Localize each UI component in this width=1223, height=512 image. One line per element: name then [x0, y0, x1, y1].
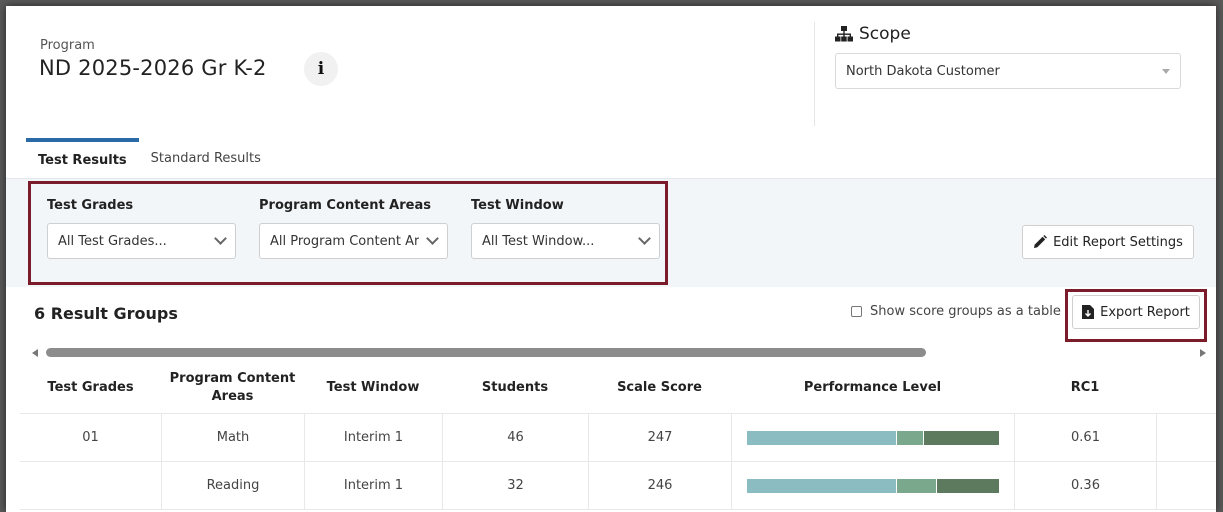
cell-rc1: 0.61 [1014, 414, 1156, 461]
header-students[interactable]: Students [442, 362, 588, 413]
cell-performance-level [731, 462, 1014, 509]
cell-content-area: Math [161, 414, 304, 461]
chevron-down-icon [638, 232, 651, 245]
cell-extra [1156, 414, 1216, 461]
caret-down-icon [1162, 68, 1170, 74]
header-test-grades[interactable]: Test Grades [20, 362, 161, 413]
chevron-down-icon [426, 232, 439, 245]
tab-test-results[interactable]: Test Results [26, 138, 139, 178]
header-content-areas[interactable]: Program Content Areas [161, 362, 304, 413]
show-table-label: Show score groups as a table [870, 304, 1061, 319]
results-table: Test Grades Program Content Areas Test W… [20, 362, 1216, 510]
edit-report-settings-button[interactable]: Edit Report Settings [1022, 225, 1194, 259]
performance-segment-1 [747, 430, 896, 445]
header-scale-score[interactable]: Scale Score [588, 362, 731, 413]
grades-filter: Test Grades All Test Grades... [47, 198, 236, 259]
header-extra [1156, 362, 1216, 413]
grades-select[interactable]: All Test Grades... [47, 223, 236, 259]
window-filter-label: Test Window [471, 198, 564, 213]
grades-filter-label: Test Grades [47, 198, 134, 213]
cell-test-window: Interim 1 [304, 462, 442, 509]
cell-scale-score: 246 [588, 462, 731, 509]
scope-divider [814, 22, 815, 126]
performance-segment-1 [747, 478, 896, 493]
program-name: ND 2025-2026 Gr K-2 [39, 56, 267, 80]
header-performance-level[interactable]: Performance Level [731, 362, 1014, 413]
cell-extra [1156, 462, 1216, 509]
performance-bar[interactable] [747, 430, 999, 445]
chevron-down-icon [214, 232, 227, 245]
cell-scale-score: 247 [588, 414, 731, 461]
report-header: Program ND 2025-2026 Gr K-2 i Scope Nort… [6, 6, 1216, 144]
cell-grade [20, 462, 161, 509]
scroll-right-icon[interactable] [1200, 349, 1206, 357]
header-test-window[interactable]: Test Window [304, 362, 442, 413]
window-filter: Test Window All Test Window... [471, 198, 660, 259]
table-row[interactable]: 01 Math Interim 1 46 247 0.61 [20, 414, 1216, 462]
scope-title: Scope [835, 24, 911, 44]
cell-students: 32 [442, 462, 588, 509]
scrollbar-thumb[interactable] [46, 348, 926, 357]
show-table-checkbox[interactable] [851, 306, 862, 317]
program-label: Program [40, 38, 95, 53]
cell-rc1: 0.36 [1014, 462, 1156, 509]
scroll-left-icon[interactable] [32, 349, 38, 357]
window-select-value: All Test Window... [482, 233, 595, 249]
show-table-toggle[interactable]: Show score groups as a table [851, 304, 1061, 319]
horizontal-scrollbar[interactable] [20, 346, 1214, 360]
report-tabs: Test Results Standard Results [26, 138, 273, 178]
filter-bar: Test Grades All Test Grades... Program C… [6, 178, 1216, 287]
performance-segment-2 [895, 430, 924, 445]
window-select[interactable]: All Test Window... [471, 223, 660, 259]
cell-grade: 01 [82, 430, 99, 445]
performance-bar[interactable] [747, 478, 999, 493]
filters-highlight: Test Grades All Test Grades... Program C… [28, 181, 668, 285]
info-icon: i [317, 59, 325, 79]
app-window: Program ND 2025-2026 Gr K-2 i Scope Nort… [6, 6, 1216, 512]
performance-segment-2 [895, 478, 936, 493]
cell-content-area: Reading [161, 462, 304, 509]
scope-select-value: North Dakota Customer [846, 63, 1000, 79]
table-row[interactable]: Reading Interim 1 32 246 0.36 [20, 462, 1216, 510]
table-header-row: Test Grades Program Content Areas Test W… [20, 362, 1216, 414]
grades-select-value: All Test Grades... [58, 233, 167, 249]
content-areas-filter-label: Program Content Areas [259, 198, 431, 213]
file-export-icon [1082, 305, 1095, 319]
scope-title-text: Scope [859, 24, 911, 44]
pencil-icon [1034, 235, 1048, 248]
result-groups-title: 6 Result Groups [34, 304, 178, 323]
cell-test-window: Interim 1 [304, 414, 442, 461]
edit-report-settings-label: Edit Report Settings [1053, 234, 1183, 250]
scope-select[interactable]: North Dakota Customer [835, 53, 1181, 89]
sitemap-icon [835, 26, 853, 42]
content-areas-select[interactable]: All Program Content Ar [259, 223, 448, 259]
cell-students: 46 [442, 414, 588, 461]
performance-segment-3 [935, 478, 999, 493]
content-areas-select-value: All Program Content Ar [270, 233, 420, 249]
export-report-button[interactable]: Export Report [1072, 295, 1200, 329]
info-button[interactable]: i [304, 52, 338, 86]
performance-segment-3 [923, 430, 999, 445]
content-areas-filter: Program Content Areas All Program Conten… [259, 198, 448, 259]
header-rc1[interactable]: RC1 [1014, 362, 1156, 413]
cell-performance-level [731, 414, 1014, 461]
tab-standard-results[interactable]: Standard Results [139, 138, 273, 178]
export-report-label: Export Report [1100, 304, 1190, 320]
